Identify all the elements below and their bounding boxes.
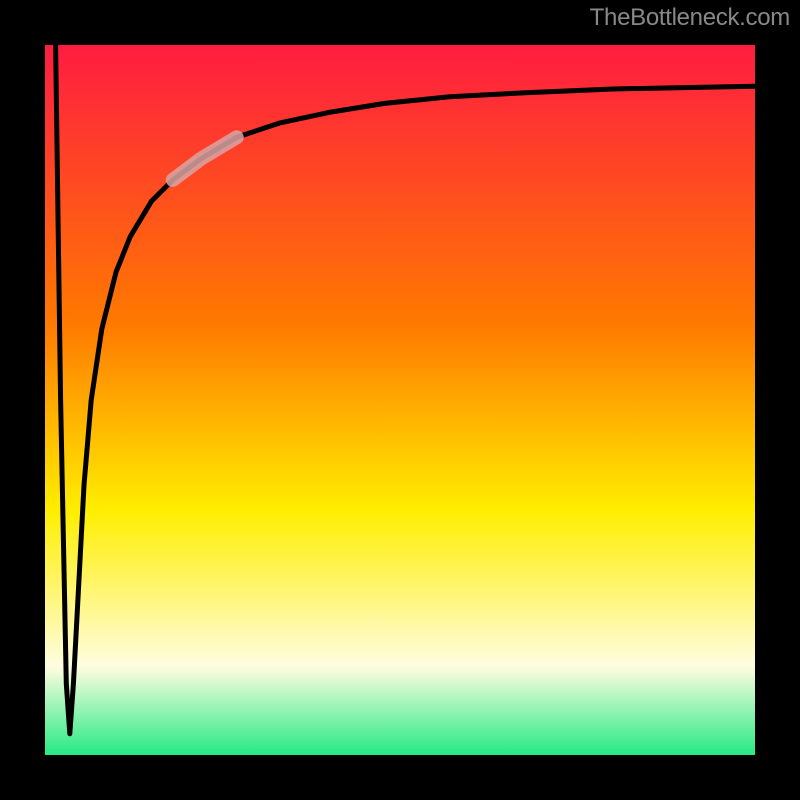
plot-area [30, 30, 770, 770]
bottleneck-chart [0, 0, 800, 800]
attribution-text: TheBottleneck.com [590, 4, 790, 32]
